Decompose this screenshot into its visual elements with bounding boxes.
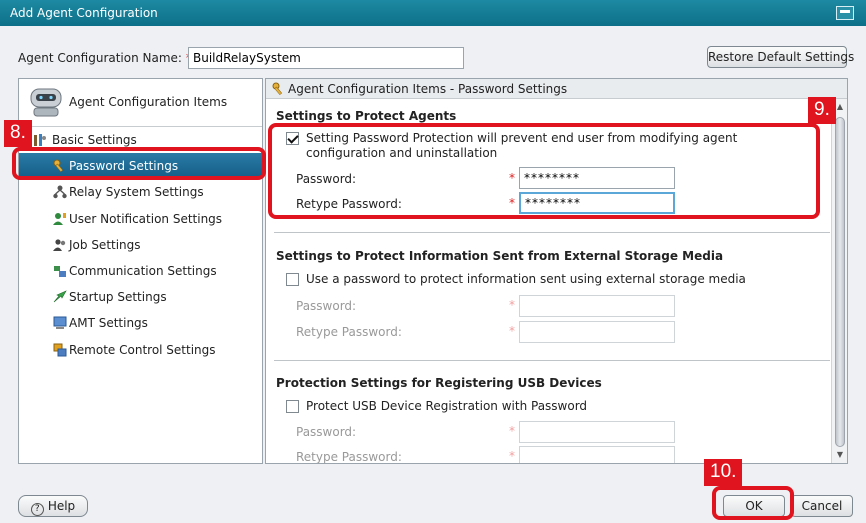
sidebar-item-relay-system-settings[interactable]: Relay System Settings — [19, 179, 262, 205]
startup-icon — [53, 290, 67, 303]
sidebar-item-label: Startup Settings — [69, 290, 167, 305]
config-items-list: Basic Settings Password Settings Relay S… — [19, 127, 262, 363]
dialog-body: Agent Configuration Name: * Restore Defa… — [0, 26, 866, 523]
external-storage-password-input[interactable] — [519, 295, 675, 317]
scroll-up-icon[interactable]: ▲ — [835, 102, 845, 112]
window-minimize-icon[interactable] — [836, 6, 854, 20]
external-storage-retype-password-input[interactable] — [519, 321, 675, 343]
sidebar-item-label: Job Settings — [69, 237, 141, 252]
sidebar-item-label: Relay System Settings — [69, 185, 204, 200]
usb-registration-option[interactable]: Protect USB Device Registration with Pas… — [286, 399, 816, 415]
panel-header: Agent Configuration Items - Password Set… — [266, 79, 847, 99]
restore-default-settings-button[interactable]: Restore Default Settings — [707, 46, 854, 68]
section-divider — [274, 232, 830, 233]
amt-icon — [53, 316, 67, 330]
sidebar-item-label: Basic Settings — [52, 133, 137, 147]
retype-password-label: Retype Password: — [296, 450, 402, 463]
step-9-badge: 9. — [808, 97, 836, 124]
remote-control-icon — [53, 343, 67, 356]
usb-retype-password-input[interactable] — [519, 446, 675, 463]
password-label: Password: — [296, 172, 357, 186]
sidebar-item-startup-settings[interactable]: Startup Settings — [19, 284, 262, 310]
panel-header-title: Agent Configuration Items - Password Set… — [288, 82, 568, 96]
config-name-input[interactable] — [188, 47, 464, 69]
help-button[interactable]: ? Help — [18, 495, 88, 517]
protect-agents-option[interactable]: Setting Password Protection will prevent… — [286, 131, 816, 163]
sidebar-item-label: Password Settings — [69, 159, 179, 174]
key-icon — [272, 82, 283, 96]
scrollbar-thumb[interactable] — [835, 117, 845, 447]
config-items-header: Agent Configuration Items — [19, 79, 262, 127]
checkbox-label: Setting Password Protection will prevent… — [306, 131, 738, 160]
user-notification-icon — [53, 212, 66, 225]
checkbox-label: Use a password to protect information se… — [306, 272, 746, 286]
config-items-panel: Agent Configuration Items Basic Settings… — [18, 78, 263, 464]
job-icon — [53, 239, 66, 251]
communication-icon — [54, 265, 66, 277]
section-title-protect-agents: Settings to Protect Agents — [276, 109, 457, 123]
basic-settings-icon — [34, 134, 46, 146]
usb-password-input[interactable] — [519, 421, 675, 443]
sidebar-item-password-settings[interactable]: Password Settings — [19, 153, 262, 180]
window-title: Add Agent Configuration — [10, 6, 158, 20]
section-divider — [274, 360, 830, 361]
sidebar-item-user-notification-settings[interactable]: User Notification Settings — [19, 206, 262, 232]
protect-agents-checkbox[interactable] — [286, 132, 299, 145]
agent-password-input[interactable] — [519, 167, 675, 189]
required-mark: * — [509, 196, 515, 210]
retype-password-label: Retype Password: — [296, 325, 402, 339]
cancel-button[interactable]: Cancel — [791, 495, 853, 517]
password-settings-panel: Agent Configuration Items - Password Set… — [265, 78, 848, 464]
scroll-down-icon[interactable]: ▼ — [835, 450, 845, 460]
password-label: Password: — [296, 425, 357, 439]
sidebar-item-label: AMT Settings — [69, 316, 148, 331]
agent-retype-password-input[interactable] — [519, 192, 675, 214]
required-mark: * — [509, 324, 515, 338]
help-icon: ? — [30, 503, 44, 516]
required-mark: * — [509, 424, 515, 438]
section-title-external-storage: Settings to Protect Information Sent fro… — [276, 249, 724, 263]
help-label: Help — [47, 499, 76, 513]
sidebar-item-label: Communication Settings — [69, 263, 217, 278]
sidebar-item-label: Remote Control Settings — [69, 342, 216, 357]
required-mark: * — [509, 449, 515, 463]
usb-registration-checkbox[interactable] — [286, 400, 299, 413]
ok-button[interactable]: OK — [723, 495, 785, 517]
external-storage-option[interactable]: Use a password to protect information se… — [286, 272, 816, 288]
agent-robot-icon — [30, 88, 62, 117]
config-items-title: Agent Configuration Items — [69, 95, 228, 109]
password-label: Password: — [296, 299, 357, 313]
vertical-scrollbar[interactable]: ▲ ▼ — [831, 99, 847, 463]
step-10-badge: 10. — [704, 459, 743, 486]
required-mark: * — [509, 298, 515, 312]
key-icon — [53, 159, 64, 173]
window-title-bar: Add Agent Configuration — [0, 0, 866, 26]
checkbox-label: Protect USB Device Registration with Pas… — [306, 399, 588, 413]
config-name-label: Agent Configuration Name: * — [18, 51, 192, 65]
retype-password-label: Retype Password: — [296, 197, 402, 211]
relay-icon — [53, 185, 67, 199]
sidebar-item-amt-settings[interactable]: AMT Settings — [19, 310, 262, 336]
sidebar-item-job-settings[interactable]: Job Settings — [19, 232, 262, 258]
step-8-badge: 8. — [4, 120, 32, 147]
section-title-usb-devices: Protection Settings for Registering USB … — [276, 376, 602, 390]
sidebar-item-basic-settings[interactable]: Basic Settings — [19, 127, 262, 153]
settings-content: Settings to Protect Agents Setting Passw… — [266, 99, 832, 463]
sidebar-item-remote-control-settings[interactable]: Remote Control Settings — [19, 337, 262, 363]
sidebar-item-label: User Notification Settings — [69, 211, 223, 226]
sidebar-item-communication-settings[interactable]: Communication Settings — [19, 258, 262, 284]
external-storage-checkbox[interactable] — [286, 273, 299, 286]
required-mark: * — [509, 171, 515, 185]
